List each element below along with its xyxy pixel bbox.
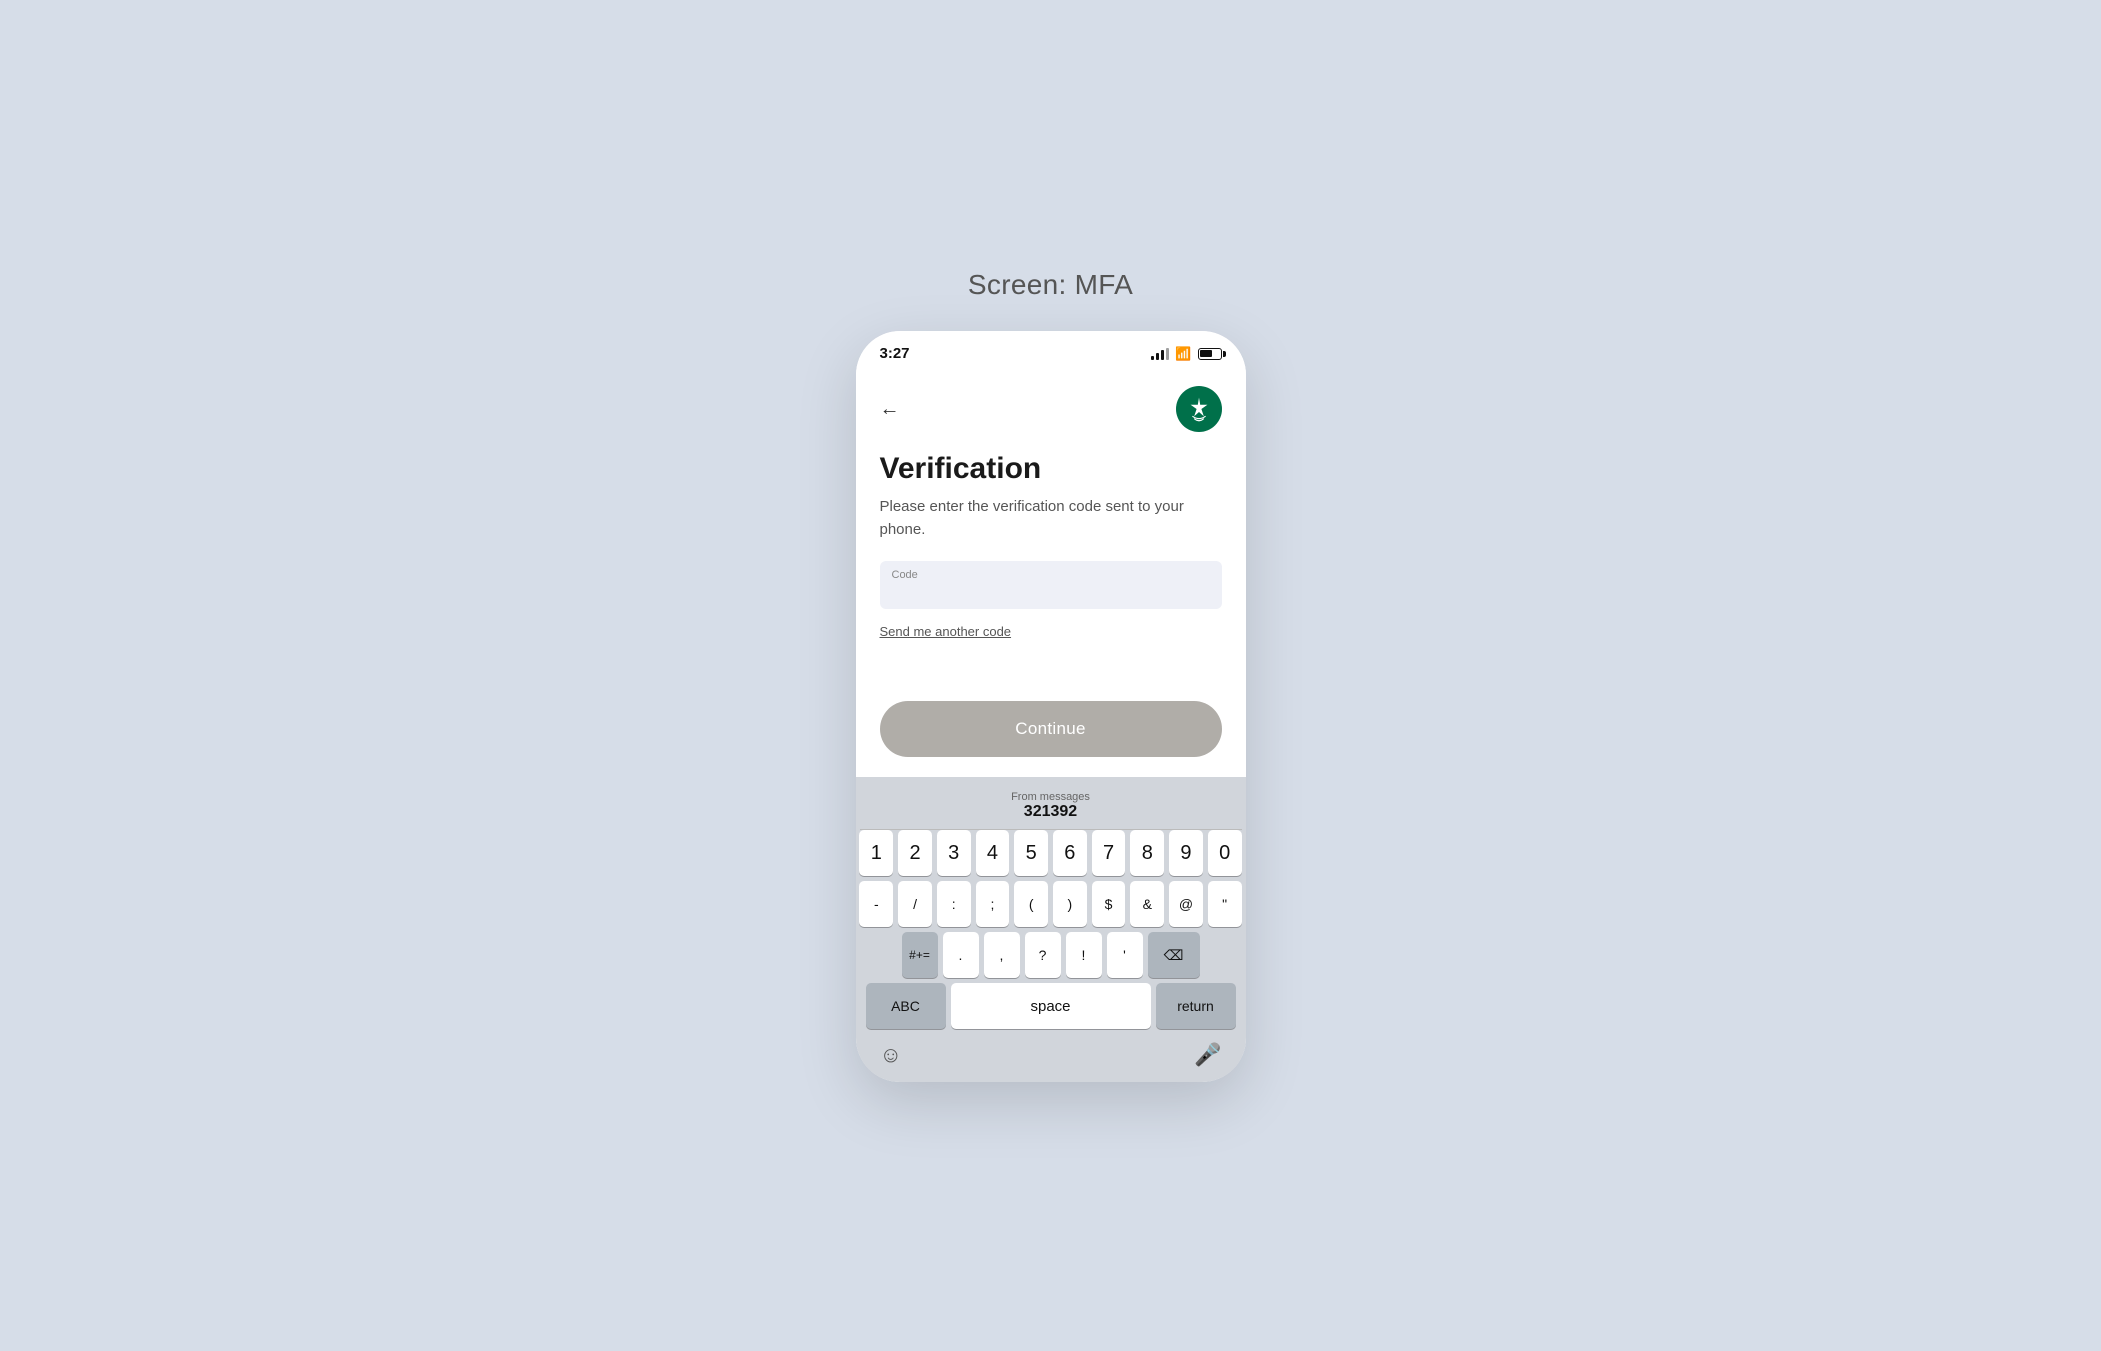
- key-3[interactable]: 3: [937, 830, 971, 876]
- key-dash[interactable]: -: [859, 881, 893, 927]
- keyboard-bottom-row: ABC space return: [860, 983, 1242, 1029]
- wifi-icon: 📶: [1175, 346, 1191, 362]
- key-question[interactable]: ?: [1025, 932, 1061, 978]
- code-input-wrapper: Code: [880, 561, 1222, 609]
- mic-icon[interactable]: 🎤: [1194, 1042, 1221, 1068]
- starbucks-logo: [1176, 386, 1222, 432]
- resend-link[interactable]: Send me another code: [880, 624, 1012, 639]
- page-title: Verification: [880, 452, 1222, 486]
- key-5[interactable]: 5: [1014, 830, 1048, 876]
- key-ampersand[interactable]: &: [1130, 881, 1164, 927]
- signal-icon: [1151, 348, 1169, 360]
- screen-label: Screen: MFA: [968, 269, 1133, 301]
- keyboard-suggestion-bar[interactable]: From messages 321392: [860, 785, 1242, 830]
- key-backspace[interactable]: ⌫: [1148, 932, 1200, 978]
- key-return[interactable]: return: [1156, 983, 1236, 1029]
- key-comma[interactable]: ,: [984, 932, 1020, 978]
- keyboard: From messages 321392 1 2 3 4 5 6 7 8 9 0…: [856, 777, 1246, 1082]
- code-input-label: Code: [892, 569, 918, 581]
- status-icons: 📶: [1151, 346, 1221, 362]
- key-7[interactable]: 7: [1092, 830, 1126, 876]
- key-quote[interactable]: ": [1208, 881, 1242, 927]
- phone-frame: 3:27 📶 ←: [856, 331, 1246, 1082]
- key-1[interactable]: 1: [859, 830, 893, 876]
- suggestion-from-label: From messages: [872, 791, 1230, 803]
- nav-row: ←: [880, 386, 1222, 432]
- keyboard-special-row: #+= . , ? ! ' ⌫: [860, 932, 1242, 978]
- key-6[interactable]: 6: [1053, 830, 1087, 876]
- suggestion-code-value[interactable]: 321392: [872, 803, 1230, 821]
- key-apostrophe[interactable]: ': [1107, 932, 1143, 978]
- status-time: 3:27: [880, 345, 910, 362]
- status-bar: 3:27 📶: [856, 331, 1246, 370]
- key-4[interactable]: 4: [976, 830, 1010, 876]
- key-8[interactable]: 8: [1130, 830, 1164, 876]
- keyboard-symbol-row: - / : ; ( ) $ & @ ": [860, 881, 1242, 927]
- key-2[interactable]: 2: [898, 830, 932, 876]
- key-exclamation[interactable]: !: [1066, 932, 1102, 978]
- keyboard-bottom-bar: ☺ 🎤: [860, 1034, 1242, 1078]
- keyboard-number-row: 1 2 3 4 5 6 7 8 9 0: [860, 830, 1242, 876]
- page-description: Please enter the verification code sent …: [880, 496, 1222, 541]
- code-input[interactable]: [880, 561, 1222, 609]
- back-button[interactable]: ←: [880, 398, 900, 421]
- key-abc[interactable]: ABC: [866, 983, 946, 1029]
- key-slash[interactable]: /: [898, 881, 932, 927]
- key-semicolon[interactable]: ;: [976, 881, 1010, 927]
- key-space[interactable]: space: [951, 983, 1151, 1029]
- key-period[interactable]: .: [943, 932, 979, 978]
- key-open-paren[interactable]: (: [1014, 881, 1048, 927]
- key-colon[interactable]: :: [937, 881, 971, 927]
- key-at[interactable]: @: [1169, 881, 1203, 927]
- battery-icon: [1198, 348, 1222, 360]
- key-0[interactable]: 0: [1208, 830, 1242, 876]
- key-close-paren[interactable]: ): [1053, 881, 1087, 927]
- emoji-icon[interactable]: ☺: [880, 1042, 902, 1068]
- key-dollar[interactable]: $: [1092, 881, 1126, 927]
- key-hashtag[interactable]: #+=: [902, 932, 938, 978]
- key-9[interactable]: 9: [1169, 830, 1203, 876]
- app-content: ← Verification Please enter the verifica…: [856, 370, 1246, 777]
- continue-button[interactable]: Continue: [880, 701, 1222, 757]
